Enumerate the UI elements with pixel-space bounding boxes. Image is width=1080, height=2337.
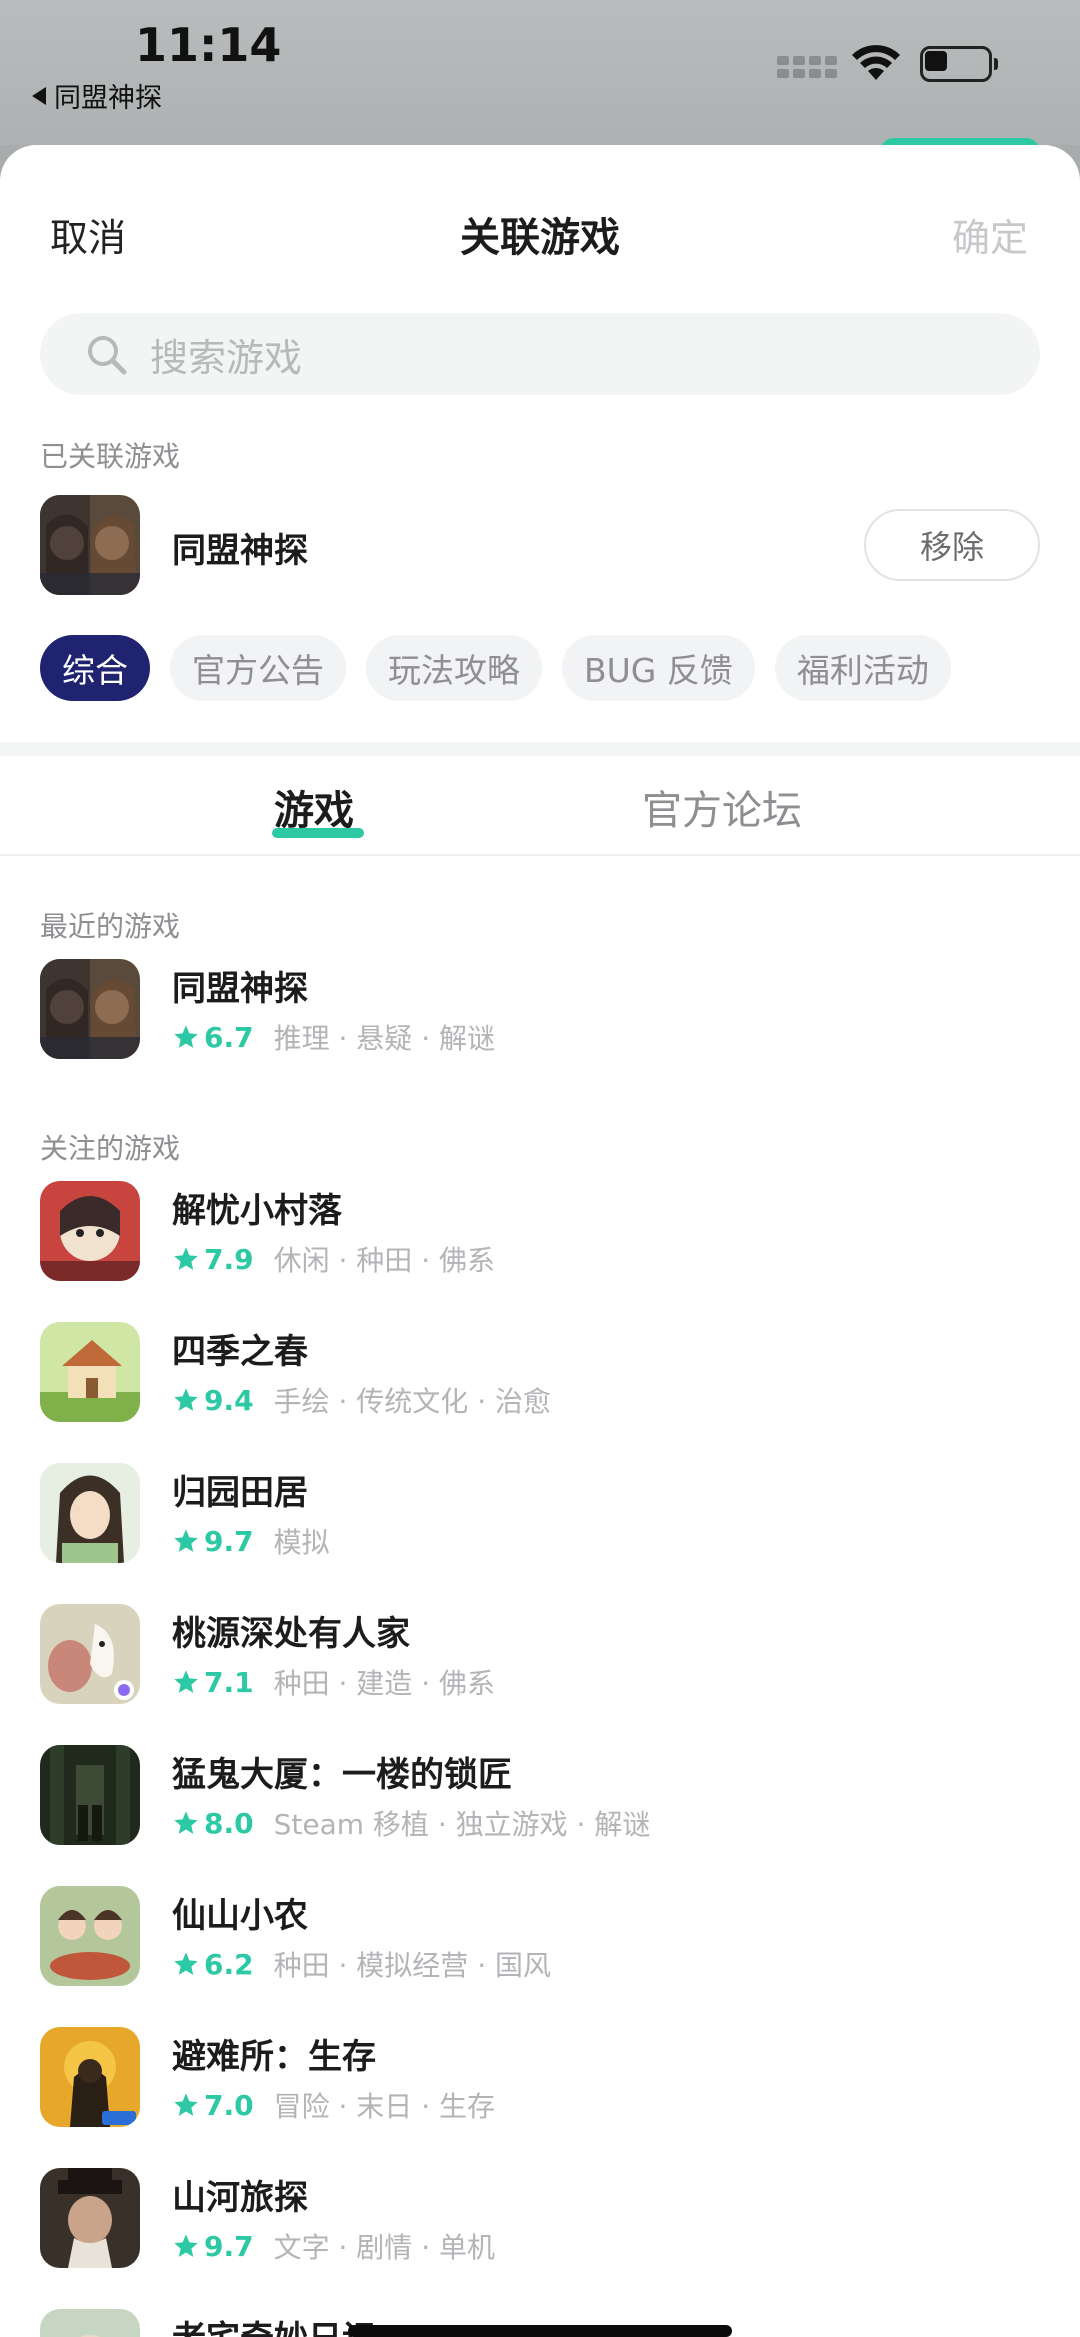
game-score: 9.4 <box>204 1383 254 1417</box>
star-icon <box>174 1247 198 1270</box>
game-tags: 手绘 · 传统文化 · 治愈 <box>273 1385 552 1418</box>
game-icon <box>40 2309 140 2337</box>
game-meta: 9.7 模拟 <box>172 1521 330 1561</box>
game-name: 归园田居 <box>172 1473 308 1513</box>
game-name: 避难所：生存 <box>172 2037 376 2077</box>
game-icon <box>40 1745 140 1845</box>
search-input[interactable]: 搜索游戏 <box>40 313 1040 395</box>
game-row[interactable]: 同盟神探 6.7 推理 · 悬疑 · 解谜 <box>40 959 1040 1059</box>
linked-game-name: 同盟神探 <box>172 531 308 571</box>
chip-guide[interactable]: 玩法攻略 <box>366 635 542 701</box>
game-row[interactable]: 桃源深处有人家 7.1 种田 · 建造 · 佛系 <box>40 1604 1040 1704</box>
category-chip-row: 综合 官方公告 玩法攻略 BUG 反馈 福利活动 <box>40 635 951 701</box>
game-meta: 8.0 Steam 移植 · 独立游戏 · 解谜 <box>172 1803 650 1843</box>
game-tags: 文字 · 剧情 · 单机 <box>273 2231 496 2264</box>
section-divider <box>0 742 1080 756</box>
sheet-title: 关联游戏 <box>460 215 620 261</box>
linked-game-row: 同盟神探 移除 <box>40 495 1040 595</box>
game-meta: 6.2 种田 · 模拟经营 · 国风 <box>172 1944 551 1984</box>
game-icon <box>40 1604 140 1704</box>
game-meta: 7.1 种田 · 建造 · 佛系 <box>172 1662 495 1702</box>
game-tags: 模拟 <box>273 1526 330 1559</box>
game-row[interactable]: 猛鬼大厦：一楼的锁匠 8.0 Steam 移植 · 独立游戏 · 解谜 <box>40 1745 1040 1845</box>
game-name: 解忧小村落 <box>172 1191 342 1231</box>
game-score: 6.7 <box>204 1020 254 1054</box>
game-icon <box>40 495 140 595</box>
game-tags: 种田 · 建造 · 佛系 <box>273 1667 496 1700</box>
game-score: 8.0 <box>204 1806 254 1840</box>
game-icon <box>40 1322 140 1422</box>
home-indicator[interactable] <box>348 2325 732 2337</box>
back-triangle-icon <box>32 86 46 105</box>
game-name: 桃源深处有人家 <box>172 1614 410 1654</box>
game-tags: 推理 · 悬疑 · 解谜 <box>273 1022 496 1055</box>
star-icon <box>174 1025 198 1048</box>
game-tags: 种田 · 模拟经营 · 国风 <box>273 1949 552 1982</box>
game-row[interactable]: 解忧小村落 7.9 休闲 · 种田 · 佛系 <box>40 1181 1040 1281</box>
game-name: 同盟神探 <box>172 969 308 1009</box>
chip-bug-feedback[interactable]: BUG 反馈 <box>562 635 755 701</box>
link-game-sheet: 取消 关联游戏 确定 搜索游戏 已关联游戏 同盟神探 移除 综合 官方公告 玩法… <box>0 145 1080 2337</box>
wifi-icon <box>852 45 900 80</box>
remove-button[interactable]: 移除 <box>864 509 1040 581</box>
back-app-label: 同盟神探 <box>54 83 162 114</box>
star-icon <box>174 1811 198 1834</box>
game-icon <box>40 2027 140 2127</box>
confirm-button[interactable]: 确定 <box>952 207 1028 262</box>
game-score: 9.7 <box>204 1524 254 1558</box>
star-icon <box>174 1952 198 1975</box>
star-icon <box>174 1529 198 1552</box>
game-meta: 9.4 手绘 · 传统文化 · 治愈 <box>172 1380 551 1420</box>
game-row[interactable]: 归园田居 9.7 模拟 <box>40 1463 1040 1563</box>
linked-section-label: 已关联游戏 <box>40 440 181 473</box>
game-icon <box>40 1886 140 1986</box>
search-icon <box>88 336 127 375</box>
game-name: 山河旅探 <box>172 2178 308 2218</box>
status-bar: 11:14 同盟神探 <box>0 0 1080 158</box>
tab-official-forum[interactable]: 官方论坛 <box>642 778 802 836</box>
back-to-app-link[interactable]: 同盟神探 <box>32 76 162 115</box>
game-icon <box>40 1463 140 1563</box>
game-name: 老宅奇妙日记 <box>172 2311 376 2337</box>
signal-icon <box>777 56 837 78</box>
chip-general[interactable]: 综合 <box>40 635 150 701</box>
game-score: 7.0 <box>204 2088 254 2122</box>
game-row[interactable]: 避难所：生存 7.0 冒险 · 末日 · 生存 <box>40 2027 1040 2127</box>
game-score: 7.9 <box>204 1242 254 1276</box>
game-icon <box>40 2168 140 2268</box>
search-placeholder: 搜索游戏 <box>150 335 303 380</box>
star-icon <box>174 1388 198 1411</box>
sheet-header: 取消 关联游戏 确定 <box>0 145 1080 320</box>
battery-icon <box>920 46 998 82</box>
game-score: 7.1 <box>204 1665 254 1699</box>
game-meta: 7.0 冒险 · 末日 · 生存 <box>172 2085 495 2125</box>
game-tags: 休闲 · 种田 · 佛系 <box>273 1244 496 1277</box>
game-icon <box>40 1181 140 1281</box>
recent-section-label: 最近的游戏 <box>40 910 181 943</box>
game-row[interactable]: 四季之春 9.4 手绘 · 传统文化 · 治愈 <box>40 1322 1040 1422</box>
game-score: 6.2 <box>204 1947 254 1981</box>
tab-bar: 游戏 官方论坛 <box>0 756 1080 856</box>
chip-official-announcement[interactable]: 官方公告 <box>170 635 346 701</box>
game-row[interactable]: 山河旅探 9.7 文字 · 剧情 · 单机 <box>40 2168 1040 2268</box>
star-icon <box>174 2234 198 2257</box>
game-tags: Steam 移植 · 独立游戏 · 解谜 <box>273 1808 651 1841</box>
game-score: 9.7 <box>204 2229 254 2263</box>
followed-section-label: 关注的游戏 <box>40 1132 181 1165</box>
game-row[interactable]: 仙山小农 6.2 种田 · 模拟经营 · 国风 <box>40 1886 1040 1986</box>
game-tags: 冒险 · 末日 · 生存 <box>273 2090 496 2123</box>
star-icon <box>174 1670 198 1693</box>
game-name: 猛鬼大厦：一楼的锁匠 <box>172 1755 512 1795</box>
game-meta: 6.7 推理 · 悬疑 · 解谜 <box>172 1017 495 1057</box>
chip-welfare[interactable]: 福利活动 <box>774 635 951 701</box>
game-name: 四季之春 <box>172 1332 308 1372</box>
game-icon <box>40 959 140 1059</box>
star-icon <box>174 2093 198 2116</box>
active-tab-indicator <box>272 828 364 838</box>
game-name: 仙山小农 <box>172 1896 308 1936</box>
status-time: 11:14 <box>135 18 282 72</box>
game-meta: 7.9 休闲 · 种田 · 佛系 <box>172 1239 495 1279</box>
game-meta: 9.7 文字 · 剧情 · 单机 <box>172 2226 495 2266</box>
